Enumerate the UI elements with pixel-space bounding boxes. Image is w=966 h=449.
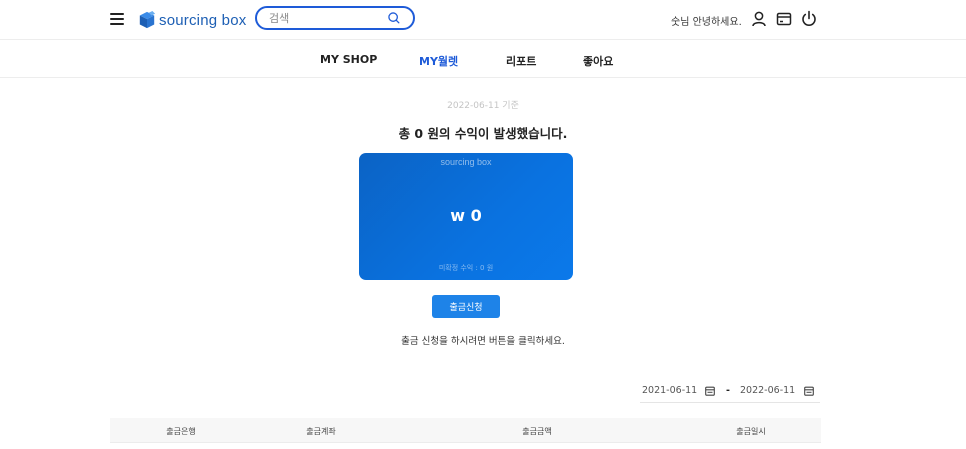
earnings-summary: 총 0 원의 수익이 발생했습니다. xyxy=(398,126,568,141)
tab-likes[interactable]: 좋아요 xyxy=(583,53,613,69)
card-amount: w 0 xyxy=(450,206,482,225)
menu-icon[interactable] xyxy=(110,13,124,25)
greeting-text: 숫님 안녕하세요. xyxy=(671,17,742,28)
search-box[interactable] xyxy=(255,6,415,30)
column-header: 출금은행 xyxy=(166,427,196,436)
withdrawal-table-header: 출금은행 출금계좌 출금금액 출금일시 xyxy=(110,418,821,443)
wallet-card: sourcing box w 0 미확정 수익 : 0 원 xyxy=(359,153,573,280)
tab-report[interactable]: 리포트 xyxy=(506,53,536,69)
logo-box-icon xyxy=(139,11,156,29)
withdraw-hint: 출금 신청을 하시려면 버튼을 클릭하세요. xyxy=(401,336,565,347)
search-icon[interactable] xyxy=(387,11,401,25)
search-input[interactable] xyxy=(269,11,389,25)
power-icon[interactable] xyxy=(800,10,818,28)
user-icon[interactable] xyxy=(750,10,768,28)
range-start-date[interactable]: 2021-06-11 xyxy=(642,385,697,396)
column-header: 출금일시 xyxy=(736,427,766,436)
range-end-date[interactable]: 2022-06-11 xyxy=(740,385,795,396)
calendar-icon[interactable] xyxy=(705,386,715,396)
column-header: 출금계좌 xyxy=(306,427,336,436)
card-pending-earnings: 미확정 수익 : 0 원 xyxy=(438,264,494,272)
logo-text: sourcing box xyxy=(159,11,247,29)
calendar-icon[interactable] xyxy=(804,386,814,396)
wallet-icon[interactable] xyxy=(775,10,793,28)
tab-my-shop[interactable]: MY SHOP xyxy=(320,53,377,66)
logo[interactable]: sourcing box xyxy=(138,10,246,30)
main-nav: MY SHOP MY월렛 리포트 좋아요 xyxy=(0,40,966,78)
column-header: 출금금액 xyxy=(522,427,552,436)
card-brand: sourcing box xyxy=(440,157,492,167)
range-separator: - xyxy=(726,385,730,396)
tab-my-wallet[interactable]: MY월렛 xyxy=(419,53,458,69)
withdraw-request-button[interactable]: 출금신청 xyxy=(432,295,500,318)
date-basis: 2022-06-11 기준 xyxy=(447,101,519,111)
header: sourcing box 숫님 안녕하세요. xyxy=(0,0,966,40)
date-range-filter: 2021-06-11 - 2022-06-11 xyxy=(640,383,820,403)
